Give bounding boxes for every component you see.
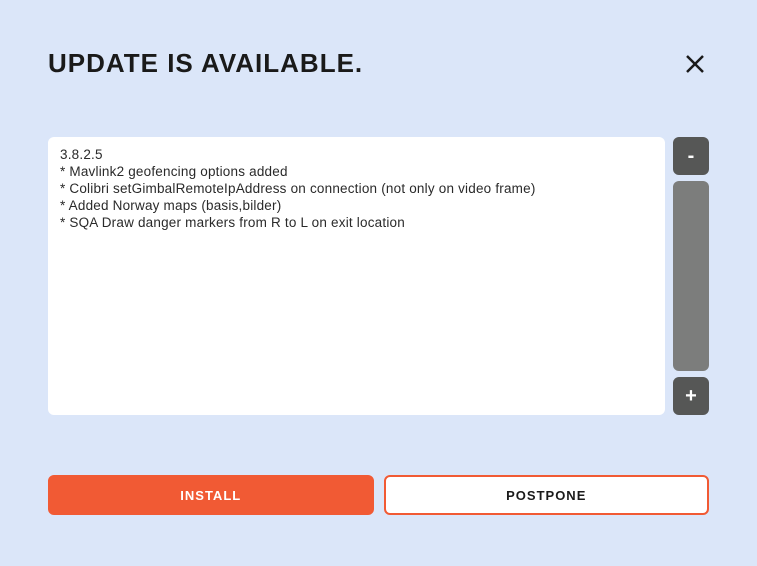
- update-dialog: UPDATE IS AVAILABLE. 3.8.2.5 * Mavlink2 …: [0, 0, 757, 566]
- content-area: 3.8.2.5 * Mavlink2 geofencing options ad…: [48, 137, 709, 415]
- zoom-in-button[interactable]: +: [673, 377, 709, 415]
- changelog-box: 3.8.2.5 * Mavlink2 geofencing options ad…: [48, 137, 665, 415]
- dialog-header: UPDATE IS AVAILABLE.: [48, 48, 709, 79]
- zoom-controls: - +: [673, 137, 709, 415]
- install-button[interactable]: INSTALL: [48, 475, 374, 515]
- close-button[interactable]: [681, 50, 709, 78]
- zoom-out-button[interactable]: -: [673, 137, 709, 175]
- dialog-title: UPDATE IS AVAILABLE.: [48, 48, 363, 79]
- zoom-track[interactable]: [673, 181, 709, 371]
- close-icon: [683, 52, 707, 76]
- action-buttons: INSTALL POSTPONE: [48, 475, 709, 515]
- postpone-button[interactable]: POSTPONE: [384, 475, 710, 515]
